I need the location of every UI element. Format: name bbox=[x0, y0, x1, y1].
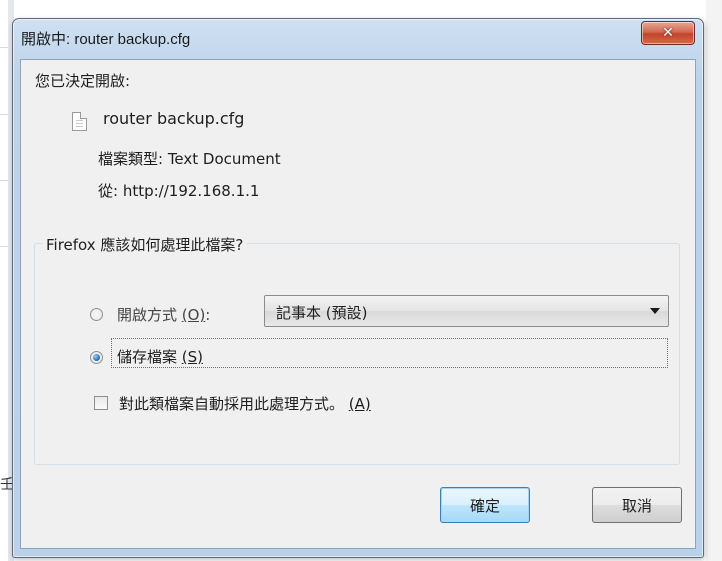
auto-apply-label[interactable]: 對此類檔案自動採用此處理方式。 (A) bbox=[119, 393, 371, 414]
open-with-radio[interactable] bbox=[90, 308, 103, 321]
file-type: 檔案類型: Text Document bbox=[98, 150, 281, 168]
open-with-label[interactable]: 開啟方式 (O): bbox=[117, 304, 210, 325]
background-window-edge-right bbox=[706, 0, 722, 561]
chevron-down-icon bbox=[650, 308, 660, 314]
dialog-content: 您已決定開啟: router backup.cfg 檔案類型: Text Doc… bbox=[20, 59, 696, 549]
open-with-app-select[interactable]: 記事本 (預設) bbox=[264, 295, 669, 327]
cancel-button[interactable]: 取消 bbox=[592, 487, 682, 523]
close-icon: ✕ bbox=[662, 25, 674, 41]
open-with-app-value: 記事本 (預設) bbox=[276, 304, 368, 322]
title-bar[interactable]: 開啟中: router backup.cfg ✕ bbox=[13, 19, 703, 57]
dialog-heading: 您已決定開啟: bbox=[35, 72, 131, 90]
window-title: 開啟中: router backup.cfg bbox=[21, 31, 191, 48]
save-file-label[interactable]: 儲存檔案 (S) bbox=[117, 346, 203, 367]
save-file-radio[interactable] bbox=[90, 351, 103, 364]
ok-button[interactable]: 確定 bbox=[440, 487, 530, 523]
action-group-legend: Firefox 應該如何處理此檔案? bbox=[42, 234, 248, 255]
auto-apply-checkbox[interactable] bbox=[94, 396, 108, 410]
file-name: router backup.cfg bbox=[103, 109, 245, 128]
open-file-dialog: 開啟中: router backup.cfg ✕ 您已決定開啟: router … bbox=[12, 18, 704, 558]
file-source: 從: http://192.168.1.1 bbox=[98, 182, 260, 200]
text-file-icon bbox=[72, 112, 87, 131]
close-button[interactable]: ✕ bbox=[641, 21, 695, 45]
